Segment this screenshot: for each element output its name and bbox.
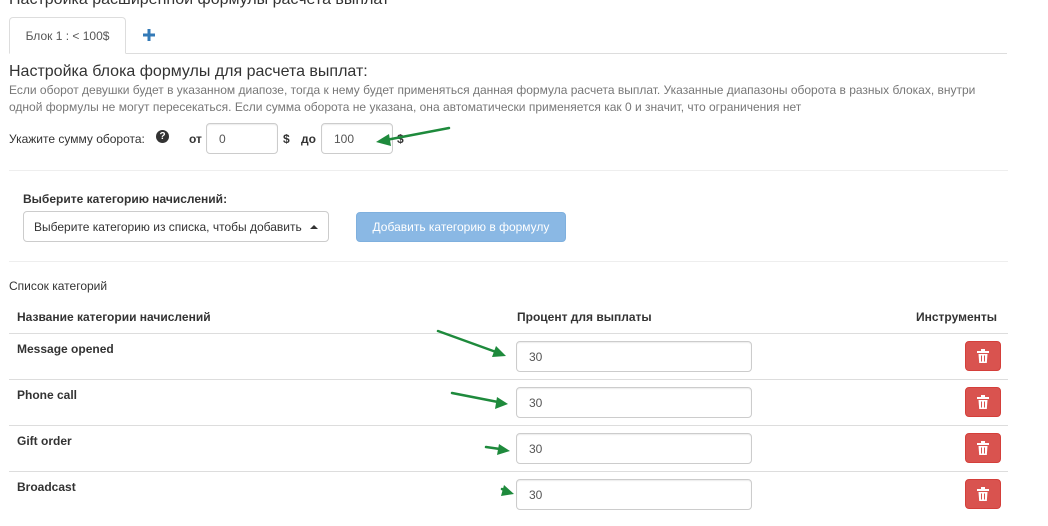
section-divider [9,170,1008,171]
category-select-value: Выберите категорию из списка, чтобы доба… [34,219,302,234]
category-list-title: Список категорий [9,279,108,293]
percent-input[interactable] [516,387,752,418]
category-name: Message opened [17,342,114,356]
currency-label-from: $ [283,132,290,146]
percent-input[interactable] [516,433,752,464]
percent-input[interactable] [516,479,752,510]
formula-help-text: Если оборот девушки будет в указанном ди… [9,83,976,114]
from-label: от [189,132,202,146]
turnover-to-input[interactable] [321,123,393,154]
arrow-icon [436,329,506,357]
trash-icon [977,487,989,501]
turnover-from-input[interactable] [206,123,278,154]
row-divider [9,379,1008,380]
formula-block-title: Настройка блока формулы для расчета выпл… [9,63,368,80]
category-name: Broadcast [17,480,76,494]
row-divider [9,471,1008,472]
delete-button[interactable] [965,479,1001,509]
delete-button[interactable] [965,387,1001,417]
arrow-icon [450,391,508,409]
delete-button[interactable] [965,341,1001,371]
trash-icon [977,395,989,409]
caret-up-icon [310,224,318,229]
table-header-divider [9,333,1008,334]
column-header-name: Название категории начислений [17,310,211,324]
page-title: Настройка расширенной формулы расчета вы… [9,0,389,9]
section-divider-2 [9,261,1008,262]
turnover-range-label: Укажите сумму оборота: [9,132,145,146]
percent-input[interactable] [516,341,752,372]
tab-block-1[interactable]: Блок 1 : < 100$ [9,17,126,54]
row-divider [9,425,1008,426]
column-header-tools: Инструменты [916,310,998,324]
add-tab-button[interactable] [138,23,160,47]
currency-label-to: $ [397,132,404,146]
trash-icon [977,349,989,363]
tab-block-1-label: Блок 1 : < 100$ [25,28,110,43]
tabs-divider [9,53,1007,54]
to-label: до [301,132,316,146]
add-category-button[interactable]: Добавить категорию в формулу [356,212,566,242]
category-name: Phone call [17,388,78,402]
category-name: Gift order [17,434,72,448]
arrow-icon [484,444,510,455]
trash-icon [977,441,989,455]
plus-icon [143,29,155,41]
category-select-label: Выберите категорию начислений: [23,192,228,206]
column-header-percent: Процент для выплаты [517,310,652,324]
arrow-icon [500,485,514,496]
question-circle-icon[interactable]: ? [156,130,169,143]
delete-button[interactable] [965,433,1001,463]
category-select[interactable]: Выберите категорию из списка, чтобы доба… [23,211,329,242]
